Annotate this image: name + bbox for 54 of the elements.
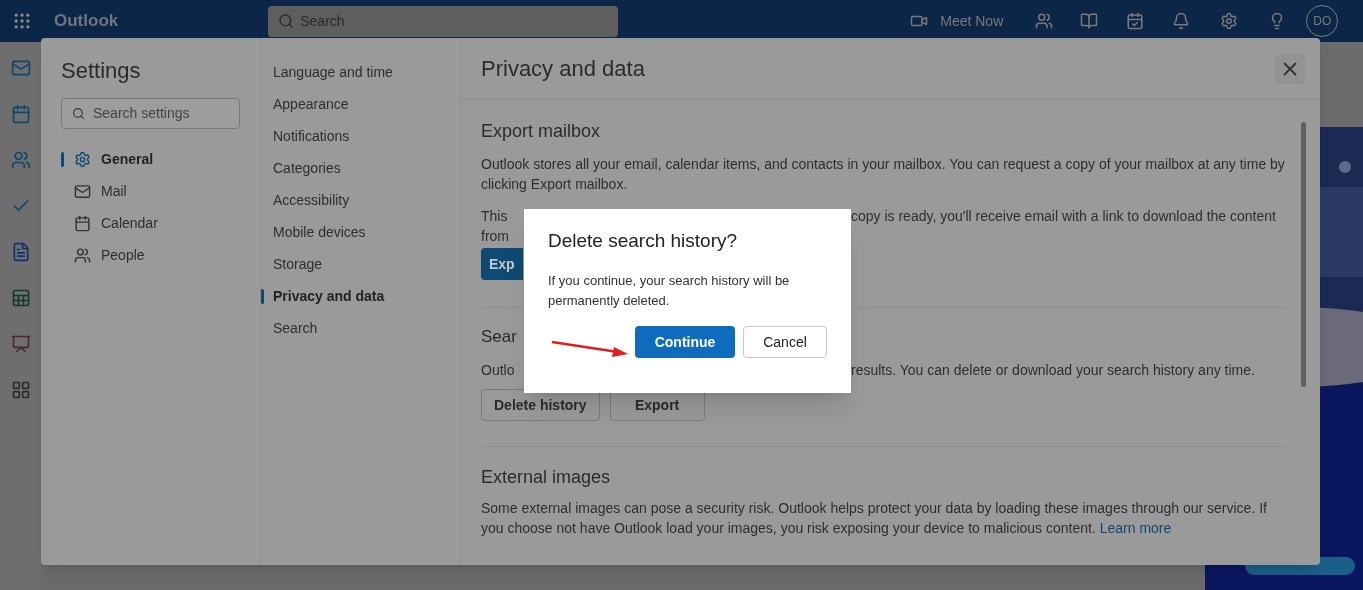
app-launcher-icon[interactable] [12, 11, 32, 31]
settings-category[interactable]: General [61, 143, 240, 175]
section-description: Some external images can pose a security risk. Outlook helps protect your data by loading these images through our service. If you choose not have Outlook load your images, you risk exposing your device to malicious content. Learn more [481, 499, 1268, 538]
section-heading: Export mailbox [481, 120, 602, 142]
app-name: Outlook [54, 10, 119, 33]
description-fragment: results. You can delete or download your search history any time. [851, 361, 1255, 380]
scrollbar[interactable] [1300, 122, 1306, 387]
settings-title: Settings [61, 58, 142, 84]
search-icon [278, 13, 295, 29]
settings-subsection[interactable]: Storage [261, 248, 460, 280]
settings-subsection[interactable]: Mobile devices [261, 216, 460, 248]
settings-icon[interactable] [1220, 12, 1239, 30]
calendar-icon [74, 214, 91, 232]
teams-icon[interactable] [1035, 12, 1054, 30]
cancel-button[interactable]: Cancel [743, 326, 827, 358]
presentation-icon[interactable] [10, 334, 31, 354]
continue-button[interactable]: Continue [635, 326, 735, 358]
description-fragment: from [481, 227, 509, 246]
settings-subsection[interactable]: Search [261, 312, 460, 344]
spreadsheet-icon[interactable] [10, 288, 31, 308]
close-button[interactable] [1275, 53, 1305, 84]
description-fragment: Outlo [481, 362, 515, 378]
settings-subsection[interactable]: Categories [261, 152, 460, 184]
section-description: Outlook stores all your email, calendar items, and contacts in your mailbox. You can request a copy of your mailbox at any time by clicking Export mailbox. [481, 155, 1286, 194]
settings-subsection[interactable]: Notifications [261, 120, 460, 152]
mail-icon[interactable] [10, 58, 31, 78]
settings-subsection[interactable]: Accessibility [261, 184, 460, 216]
description-fragment: This [481, 207, 509, 226]
notifications-icon[interactable] [1172, 12, 1191, 30]
search-settings-field[interactable]: Search settings [61, 98, 240, 129]
settings-category[interactable]: Mail [61, 175, 240, 207]
people-icon [74, 246, 91, 264]
search-icon [72, 107, 85, 120]
learn-more-link[interactable]: Learn more [1099, 520, 1172, 536]
calendar-check-icon[interactable] [1126, 12, 1145, 30]
description-fragment: copy is ready, you'll receive email with a link to download the content [851, 207, 1276, 226]
calendar-icon[interactable] [10, 104, 31, 124]
meet-now-button[interactable]: Meet Now [940, 10, 1004, 32]
apps-icon[interactable] [10, 380, 31, 400]
page-title: Privacy and data [481, 55, 645, 83]
mail-icon [74, 182, 91, 200]
export-mailbox-button[interactable]: Exp [481, 248, 523, 280]
settings-subsection[interactable]: Language and time [261, 56, 460, 88]
settings-category[interactable]: Calendar [61, 207, 240, 239]
dialog-title: Delete search history? [548, 229, 739, 253]
notebook-icon[interactable] [1080, 12, 1099, 30]
people-icon[interactable] [10, 150, 31, 170]
section-heading: External images [481, 466, 612, 488]
dialog-message: If you continue, your search history will be permanently deleted. [548, 272, 791, 310]
settings-subsection[interactable]: Privacy and data [261, 280, 460, 312]
settings-subsection[interactable]: Appearance [261, 88, 460, 120]
settings-category[interactable]: People [61, 239, 240, 271]
gear-icon [74, 150, 91, 168]
section-heading: Sear [481, 326, 517, 348]
